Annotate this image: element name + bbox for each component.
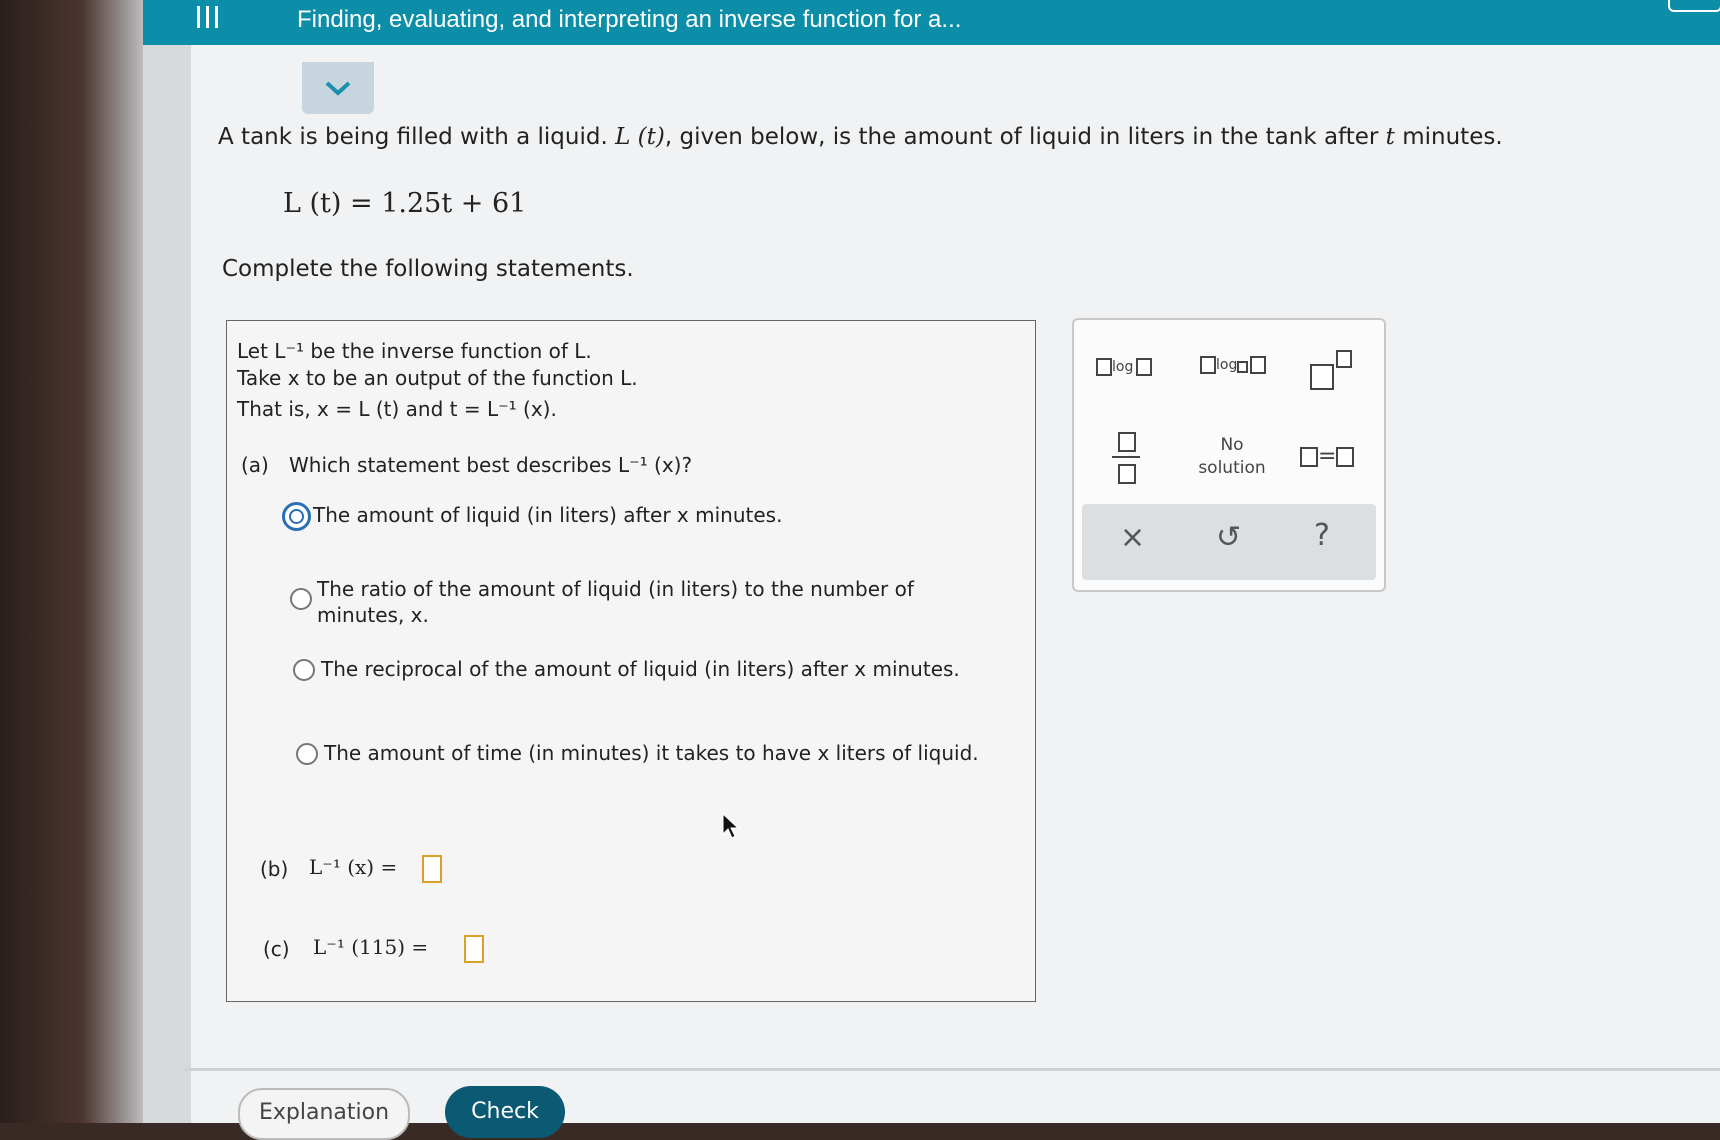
menu-icon[interactable]: [197, 6, 227, 28]
part-c-expression: L⁻¹ (115) =: [313, 935, 429, 959]
screen: Finding, evaluating, and interpreting an…: [143, 0, 1720, 1140]
undo-icon[interactable]: ↺: [1216, 520, 1241, 555]
explanation-button[interactable]: Explanation: [238, 1088, 410, 1140]
fraction-bar: [1112, 456, 1140, 458]
check-button[interactable]: Check: [445, 1086, 565, 1138]
function-formula: L (t) = 1.25t + 61: [283, 188, 527, 219]
option-1-label[interactable]: The amount of liquid (in liters) after x…: [313, 503, 782, 527]
part-b-expression: L⁻¹ (x) =: [309, 855, 398, 879]
placeholder-icon: [1250, 356, 1267, 374]
placeholder-icon: [1136, 358, 1153, 376]
chevron-down-icon: [325, 81, 351, 96]
equation-button[interactable]: =: [1300, 444, 1355, 469]
top-right-button[interactable]: [1668, 0, 1720, 12]
clear-icon[interactable]: ×: [1120, 520, 1145, 555]
part-a-label: (a): [241, 453, 269, 477]
placeholder-icon: [1118, 464, 1136, 484]
fraction-button[interactable]: [1112, 432, 1142, 486]
part-a-question: Which statement best describes L⁻¹ (x)?: [289, 453, 693, 477]
option-1-radio[interactable]: [282, 502, 311, 531]
question-box: Let L⁻¹ be the inverse function of L. Ta…: [226, 320, 1036, 1002]
placeholder-icon: [1336, 350, 1352, 368]
page-title: Finding, evaluating, and interpreting an…: [297, 6, 962, 33]
left-margin: [143, 45, 191, 1123]
placeholder-icon: [1310, 364, 1334, 390]
problem-intro: A tank is being filled with a liquid. L …: [218, 124, 1503, 150]
math-palette: log log No solution = × ↺ ?: [1072, 318, 1386, 592]
no-solution-button[interactable]: No solution: [1192, 434, 1272, 480]
option-2-radio[interactable]: [290, 588, 312, 610]
help-icon[interactable]: ?: [1314, 518, 1330, 553]
part-c-label: (c): [263, 937, 290, 961]
exponent-button[interactable]: [1310, 350, 1360, 390]
definition-line-2: Take x to be an output of the function L…: [237, 366, 638, 390]
collapse-toggle[interactable]: [302, 62, 374, 114]
option-3-label[interactable]: The reciprocal of the amount of liquid (…: [321, 657, 960, 681]
log-button[interactable]: log: [1096, 358, 1153, 376]
placeholder-icon: [1300, 447, 1318, 467]
part-c-answer-input[interactable]: [464, 935, 484, 963]
placeholder-icon: [1336, 447, 1355, 467]
option-4-label[interactable]: The amount of time (in minutes) it takes…: [324, 741, 979, 765]
definition-line-3: That is, x = L (t) and t = L⁻¹ (x).: [237, 397, 557, 421]
part-b-answer-input[interactable]: [422, 855, 442, 883]
option-4-radio[interactable]: [296, 743, 318, 765]
log-base-button[interactable]: log: [1200, 356, 1267, 374]
instruction-text: Complete the following statements.: [222, 256, 634, 282]
palette-actions: × ↺ ?: [1082, 504, 1376, 580]
option-3-radio[interactable]: [293, 659, 315, 681]
placeholder-icon: [1118, 432, 1136, 452]
placeholder-icon: [1200, 356, 1216, 374]
placeholder-icon: [1237, 360, 1249, 373]
footer-divider: [183, 1068, 1720, 1071]
mouse-cursor-icon: [722, 812, 740, 839]
top-bar: Finding, evaluating, and interpreting an…: [143, 0, 1720, 45]
definition-line-1: Let L⁻¹ be the inverse function of L.: [237, 339, 592, 363]
part-b-label: (b): [260, 857, 289, 881]
monitor-bezel: [0, 0, 150, 1123]
option-2-label[interactable]: The ratio of the amount of liquid (in li…: [317, 576, 917, 628]
placeholder-icon: [1096, 358, 1112, 376]
